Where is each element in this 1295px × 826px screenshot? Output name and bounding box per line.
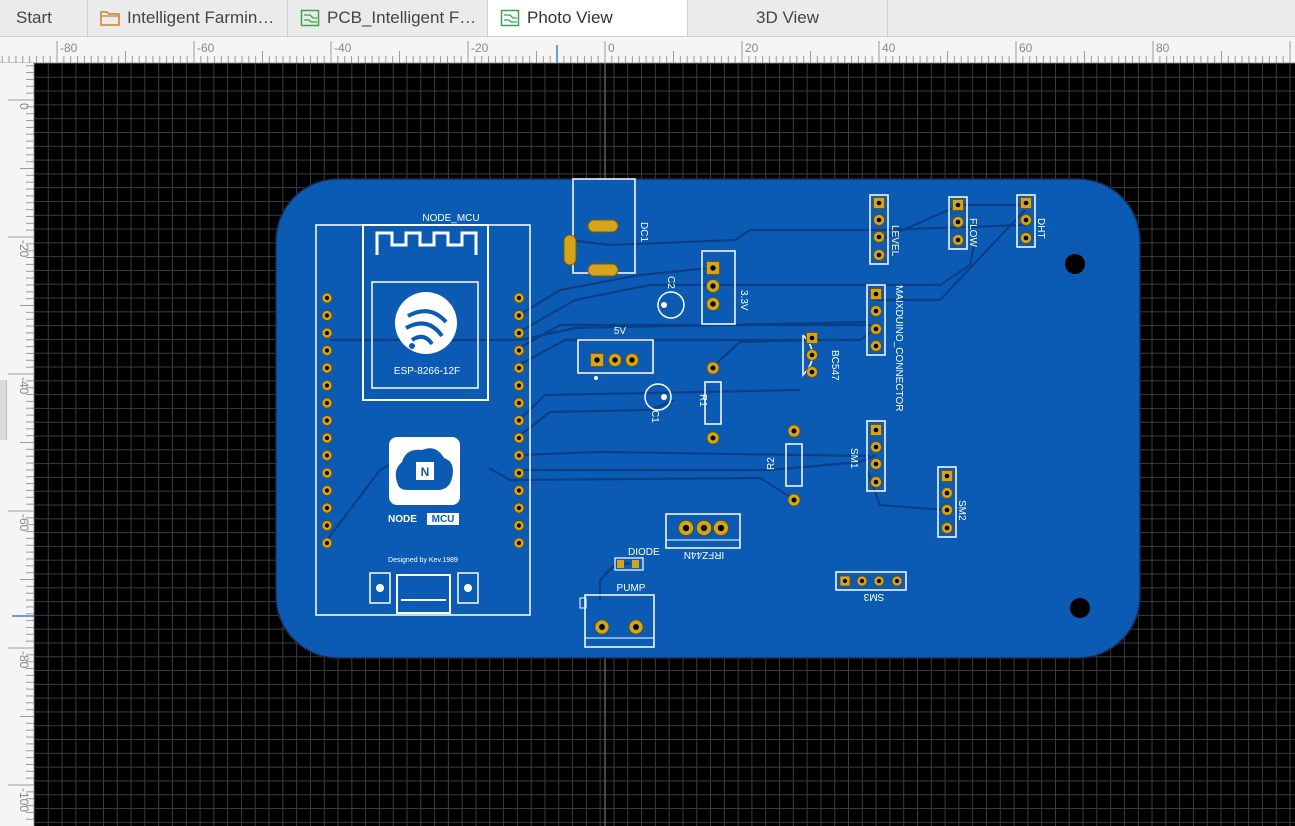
tab-3d-view[interactable]: 3D View xyxy=(688,0,888,36)
designer-credit: Designed by Kev.1989 xyxy=(388,557,458,564)
mounting-hole xyxy=(1065,254,1085,274)
dc1-label: DC1 xyxy=(638,222,649,242)
ruler-tick-label: -20 xyxy=(17,240,31,258)
ruler-tick-label: -80 xyxy=(17,651,31,669)
horizontal-ruler: -80 -60 -40 -20 0 20 40 60 80 xyxy=(0,37,1295,63)
r1-label: R1 xyxy=(697,394,708,407)
tab-project[interactable]: Intelligent Farmin… xyxy=(88,0,288,36)
tab-start[interactable]: Start xyxy=(0,0,88,36)
sm1-label: SM1 xyxy=(848,448,859,469)
tab-pcb[interactable]: PCB_Intelligent F… xyxy=(288,0,488,36)
side-panel-handle[interactable] xyxy=(0,380,7,440)
diode-label: DIODE xyxy=(628,547,660,558)
flow-label: FLOW xyxy=(967,218,978,247)
tab-start-label: Start xyxy=(16,8,52,27)
c1-label: C1 xyxy=(649,410,660,423)
ruler-tick-label: -100 xyxy=(17,788,31,812)
ruler-tick-label: -60 xyxy=(197,41,215,55)
nodemcu-logo-text-mcu: MCU xyxy=(432,514,455,525)
ruler-tick-label: 40 xyxy=(882,41,896,55)
irfz44n-label: IRFZ44N xyxy=(684,549,725,560)
maixduino-label: MAIXDUINO_CONNECTOR xyxy=(893,285,904,412)
tab-pcb-label: PCB_Intelligent F… xyxy=(327,8,477,27)
sm2-label: SM2 xyxy=(956,500,967,521)
ruler-tick-label: 80 xyxy=(1156,41,1170,55)
regulator-3v3-label: 3.3V xyxy=(738,290,749,311)
sm3-label: SM3 xyxy=(863,591,884,602)
ruler-tick-label: -20 xyxy=(471,41,489,55)
ruler-tick-label: 0 xyxy=(17,103,31,110)
tab-project-label: Intelligent Farmin… xyxy=(127,8,275,27)
ruler-tick-label: -80 xyxy=(60,41,78,55)
tab-3d-view-label: 3D View xyxy=(756,8,819,27)
nodemcu-logo-text: NODE xyxy=(388,514,417,525)
document-tab-bar: Start Intelligent Farmin… PCB_Intelligen… xyxy=(0,0,1295,37)
esp-chip-label: ESP-8266-12F xyxy=(394,366,460,377)
ruler-tick-label: -40 xyxy=(17,377,31,395)
mounting-hole xyxy=(1070,598,1090,618)
vertical-ruler: 0 -20 -40 -60 -80 -100 xyxy=(0,63,34,826)
tab-photo-view[interactable]: Photo View xyxy=(488,0,688,36)
dht-label: DHT xyxy=(1035,218,1046,239)
regulator-5v-label: 5V xyxy=(614,326,627,337)
photo-view-canvas[interactable]: NODE_MCU ESP-8266-12F N NODE MCU Designe… xyxy=(34,63,1295,826)
folder-icon xyxy=(100,9,120,27)
tab-photo-view-label: Photo View xyxy=(527,8,613,27)
nodemcu-title: NODE_MCU xyxy=(422,213,479,224)
pcb-icon xyxy=(500,9,520,27)
ruler-tick-label: -60 xyxy=(17,514,31,532)
level-label: LEVEL xyxy=(889,225,900,257)
bc547-label: BC547 xyxy=(829,350,840,381)
ruler-tick-label: 60 xyxy=(1019,41,1033,55)
c2-label: C2 xyxy=(665,276,676,289)
ruler-tick-label: 0 xyxy=(608,41,615,55)
svg-text:N: N xyxy=(421,465,430,479)
ruler-tick-label: 20 xyxy=(745,41,759,55)
r2-label: R2 xyxy=(766,457,777,470)
pump-label: PUMP xyxy=(617,583,646,594)
pcb-icon xyxy=(300,9,320,27)
pcb-photo: NODE_MCU ESP-8266-12F N NODE MCU Designe… xyxy=(275,63,1141,826)
ruler-tick-label: -40 xyxy=(334,41,352,55)
